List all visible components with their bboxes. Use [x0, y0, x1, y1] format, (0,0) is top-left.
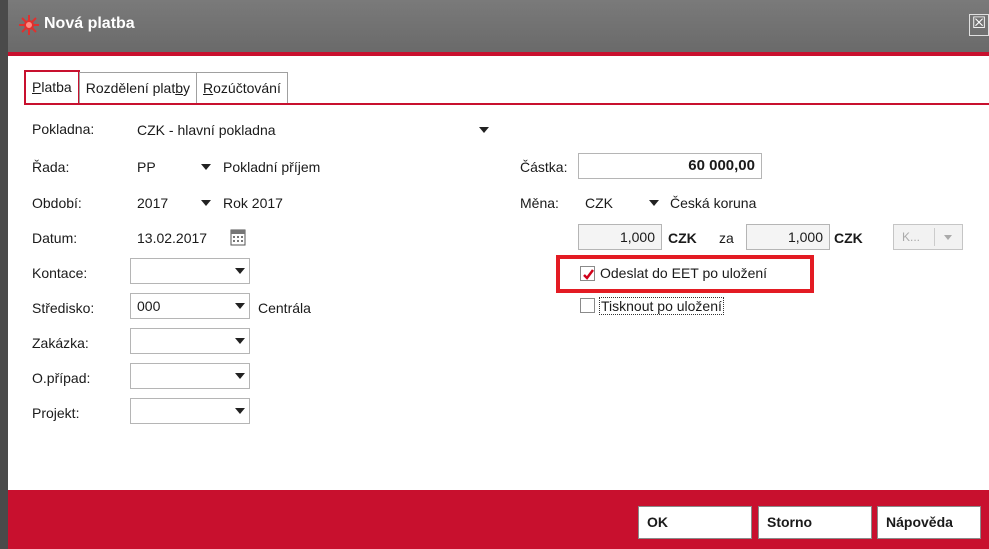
tab-label-accel: b — [175, 80, 184, 96]
projekt-label: Projekt: — [32, 405, 80, 421]
zakazka-select[interactable] — [130, 328, 250, 354]
print-checkbox[interactable] — [580, 298, 595, 313]
obdobi-description: Rok 2017 — [223, 195, 283, 211]
kontace-select[interactable] — [130, 258, 250, 284]
tab-label-accel: R — [203, 80, 214, 96]
tab-label: ozúčtování — [213, 80, 281, 96]
ok-button[interactable]: OK — [638, 506, 752, 539]
eet-logo-icon — [19, 15, 39, 35]
chevron-down-icon — [235, 268, 245, 274]
chevron-down-icon — [944, 235, 952, 240]
mena-description: Česká koruna — [670, 195, 757, 211]
rate-split-button: K... — [893, 224, 963, 250]
title-bar: Nová platba ☒ — [8, 0, 989, 56]
tab-label: y — [183, 80, 191, 96]
storno-button[interactable]: Storno — [758, 506, 872, 539]
opripad-select[interactable] — [130, 363, 250, 389]
tab-platba[interactable]: Platba — [24, 70, 80, 104]
rate-currency-2: CZK — [834, 230, 863, 246]
checkmark-icon — [583, 269, 594, 280]
dialog-window: Nová platba ☒ Platba Rozdělení platby Ro… — [0, 0, 989, 549]
tab-strip: Platba Rozdělení platby Rozúčtování — [24, 70, 288, 104]
castka-field[interactable]: 60 000,00 — [578, 153, 762, 179]
pokladna-label: Pokladna: — [32, 121, 95, 137]
tab-rozuctovani[interactable]: Rozúčtování — [196, 72, 288, 104]
datum-value: 13.02.2017 — [137, 230, 208, 246]
rada-label: Řada: — [32, 159, 70, 175]
chevron-down-icon — [235, 338, 245, 344]
chevron-down-icon — [235, 303, 245, 309]
kontace-label: Kontace: — [32, 265, 88, 281]
rate-value-2[interactable]: 1,000 — [746, 224, 830, 250]
pokladna-value: CZK - hlavní pokladna — [137, 122, 276, 138]
stredisko-description: Centrála — [258, 300, 311, 316]
close-button[interactable]: ☒ — [969, 14, 989, 36]
rate-value-2-text: 1,000 — [787, 229, 823, 245]
help-button[interactable]: Nápověda — [877, 506, 981, 539]
calendar-icon[interactable] — [230, 228, 246, 246]
eet-checkbox[interactable] — [580, 266, 595, 281]
tab-label-accel: P — [32, 79, 42, 95]
projekt-select[interactable] — [130, 398, 250, 424]
zakazka-label: Zakázka: — [32, 335, 89, 351]
rada-select[interactable]: PP — [130, 154, 216, 180]
rada-value: PP — [137, 159, 156, 175]
rate-value-1[interactable]: 1,000 — [578, 224, 662, 250]
obdobi-label: Období: — [32, 195, 82, 211]
chevron-down-icon — [201, 164, 211, 170]
background-strip — [0, 0, 8, 549]
obdobi-value: 2017 — [137, 195, 169, 211]
rate-value-1-text: 1,000 — [619, 229, 655, 245]
window-title: Nová platba — [44, 15, 135, 32]
datum-label: Datum: — [32, 230, 78, 246]
mena-select[interactable]: CZK — [578, 190, 664, 216]
rate-split-button-label: K... — [902, 230, 921, 244]
rada-description: Pokladní příjem — [223, 159, 321, 175]
stredisko-value: 000 — [137, 298, 161, 314]
button-bar: OK Storno Nápověda — [8, 490, 989, 549]
rate-za: za — [719, 230, 734, 246]
castka-value: 60 000,00 — [688, 157, 755, 174]
rate-currency-1: CZK — [668, 230, 697, 246]
tab-divider — [24, 103, 989, 105]
castka-label: Částka: — [520, 159, 568, 175]
pokladna-select[interactable]: CZK - hlavní pokladna — [130, 117, 494, 143]
obdobi-select[interactable]: 2017 — [130, 190, 216, 216]
chevron-down-icon — [479, 127, 489, 133]
eet-checkbox-label[interactable]: Odeslat do EET po uložení — [600, 265, 767, 281]
tab-label: latba — [41, 79, 72, 95]
mena-value: CZK — [585, 195, 613, 211]
chevron-down-icon — [235, 408, 245, 414]
chevron-down-icon — [201, 200, 211, 206]
chevron-down-icon — [235, 373, 245, 379]
print-checkbox-label[interactable]: Tisknout po uložení — [599, 297, 724, 315]
stredisko-select[interactable]: 000 — [130, 293, 250, 319]
button-separator — [934, 228, 935, 246]
tab-label: Rozdělení plat — [85, 80, 176, 96]
stredisko-label: Středisko: — [32, 300, 95, 316]
chevron-down-icon — [649, 200, 659, 206]
mena-label: Měna: — [520, 195, 559, 211]
opripad-label: O.případ: — [32, 370, 91, 386]
tab-rozdeleni-platby[interactable]: Rozdělení platby — [78, 72, 198, 104]
